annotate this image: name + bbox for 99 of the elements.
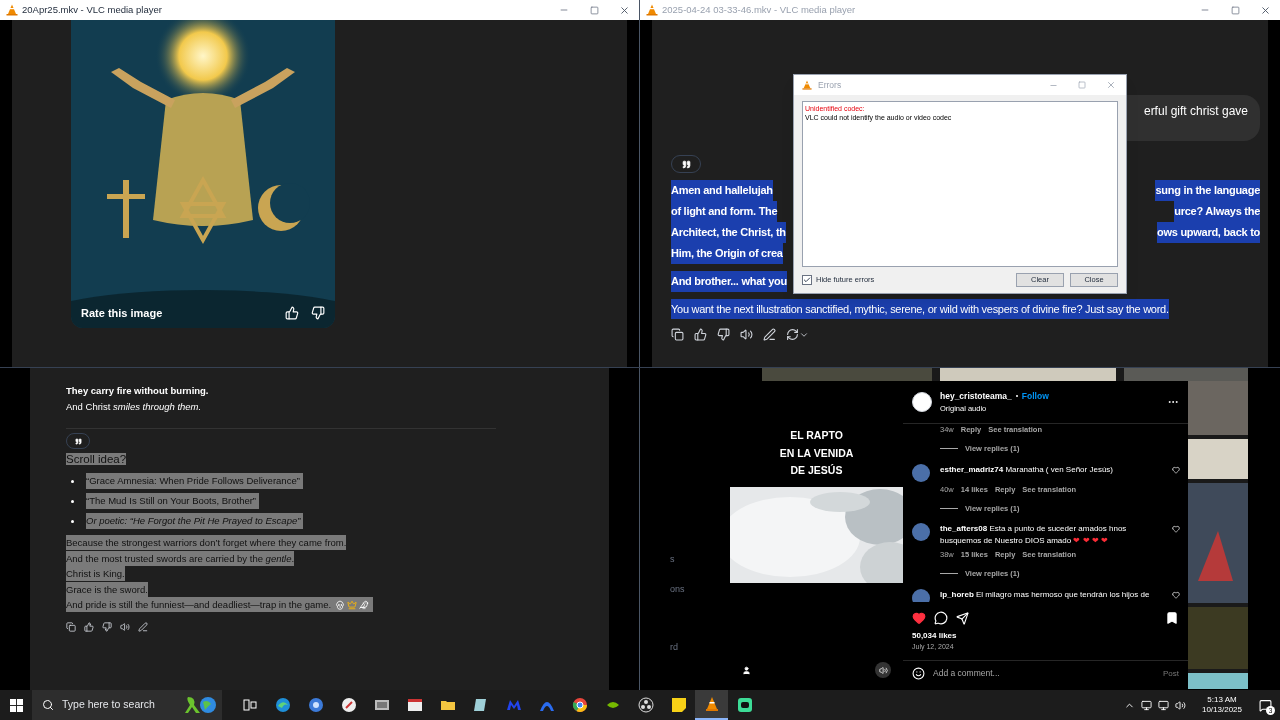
close-icon [1259,4,1271,16]
reply-text: You want the next illustration sanctified, mythic, serene, or wild with vespers of divine fire? Just say the word. [671,298,1169,320]
bullet-icon [71,499,74,503]
user-icon[interactable] [742,665,751,675]
bookmark-icon[interactable] [1165,611,1179,625]
reply-text: And brother... what you [671,271,787,292]
traffic-cone-icon [802,80,812,90]
copy-icon[interactable] [66,621,76,632]
heart-icon[interactable] [1172,590,1180,599]
reply-text: Amen and hallelujah [671,180,773,201]
clock[interactable]: 5:13 AM 10/13/2025 [1196,695,1248,715]
thumbs-up-icon[interactable] [84,621,94,632]
checkbox[interactable] [802,275,812,285]
search-field[interactable]: Type here to search [32,690,222,720]
volume-icon[interactable] [1175,699,1186,711]
avatar[interactable] [912,392,932,412]
answer-text: And pride is still the funniest—and deadliest—trap in the game. [66,597,332,613]
record-app-icon [637,697,654,713]
network-icon[interactable] [1158,699,1169,711]
answer-heading: Scroll idea? [66,453,127,465]
username[interactable]: hey_cristoteama_ [940,390,1012,403]
quote-icon [681,159,691,169]
windows-logo-icon [9,698,23,712]
browser-swirl-icon [274,697,291,713]
crown-icon [347,599,358,610]
quote-icon [74,437,82,445]
comment-field[interactable]: Add a comment... [933,667,1163,680]
bullet-icon [71,519,74,523]
ring-app-icon [307,697,324,713]
copy-icon[interactable] [671,328,684,341]
app-window-icon [406,697,423,713]
comment-text: esther_madriz74 Maranatha ( ven Señor Jesús) [940,464,1113,474]
sticky-note-icon [670,697,687,713]
maximize-icon [589,5,599,15]
chat-text: And Christ smiles through them. [66,400,203,414]
compass-icon [340,697,357,713]
edit-icon[interactable] [138,621,148,632]
maximize-icon [1230,5,1240,15]
message-text: erful gift christ gave [1143,103,1248,120]
ribbon-globe-icon [184,695,218,715]
video-caption: DE JESÚS [790,463,843,478]
speaker-icon [878,665,888,675]
window-title: 2025-04-24 03-33-46.mkv - VLC media player [662,2,856,17]
reply-text: Architect, the Christ, th [671,222,786,243]
notification-icon[interactable] [1258,698,1272,712]
bullet-text: “The Mud Is Still on Your Boots, Brother” [86,493,260,509]
edit-icon[interactable] [763,328,776,341]
answer-text: Grace is the sword. [66,581,148,597]
speaker-icon[interactable] [120,621,130,632]
page-text: rd [670,641,679,654]
rate-image-label: Rate this image [81,305,163,321]
emoji-icon[interactable] [912,667,925,680]
thumbs-down-icon[interactable] [717,328,730,341]
like-icon[interactable] [912,611,926,625]
window-title: 20Apr25.mkv - VLC media player [22,2,162,17]
answer-text: Christ is King. [66,566,125,582]
comment-text: the_afters08 Esta a punto de suceder amados hnos busquemos de Nuestro DIOS amado ❤ ❤ ❤ ❤ [940,524,1127,545]
answer-text: Because the strongest warriors don’t forget where they came from. [66,535,347,551]
search-icon [42,699,54,711]
traffic-cone-icon [703,696,720,712]
skull-icon [335,599,346,610]
thumbs-down-icon[interactable] [102,621,112,632]
dialog-title: Errors [818,78,842,92]
task-view-icon [242,698,257,712]
video-caption: EL RAPTO [790,428,843,443]
comment-text: lp_horeb El milagro mas hermoso que tendrán los hijos de [940,589,1150,599]
chat-text: They carry fire without burning. [66,384,210,398]
browser-icon [571,697,588,713]
answer-text: And the most trusted swords are carried by the gentle. [66,550,295,566]
reply-text: sung in the language [1155,180,1260,201]
chat-app-icon [736,697,753,713]
reply-text: ows upward, back to [1157,222,1260,243]
dove-icon [359,599,370,610]
reply-text: urce? Always the [1174,201,1260,222]
regenerate-icon[interactable] [786,328,809,341]
bullet-text: Or poetic: “He Forgot the Pit He Prayed to Escape” [86,513,304,529]
monitor-icon[interactable] [1141,699,1152,711]
thumbs-up-icon[interactable] [694,328,707,341]
page-text: s [670,553,676,566]
traffic-cone-icon [6,4,18,16]
video-caption: EN LA VENIDA [779,445,854,461]
traffic-cone-icon [646,4,658,16]
share-icon[interactable] [956,611,969,625]
post-button[interactable]: Post [1163,667,1179,680]
follow-link[interactable]: Follow [1021,390,1049,403]
close-icon [618,4,630,16]
speaker-icon[interactable] [740,328,753,341]
photo-frame-icon [373,697,390,713]
sound-button[interactable] [875,662,891,678]
likes-count[interactable]: 50,034 likes [903,630,1188,642]
comment-icon[interactable] [934,611,948,625]
page-text: ons [670,582,686,596]
search-placeholder: Type here to search [62,697,155,713]
bullet-text: “Grace Amnesia: When Pride Follows Deliverance” [86,473,303,489]
bullet-icon [71,479,74,483]
heart-icon[interactable] [1172,465,1180,474]
heart-icon[interactable] [1172,525,1180,533]
reply-text: Him, the Origin of crea [671,243,783,264]
notebook-icon [472,697,489,713]
